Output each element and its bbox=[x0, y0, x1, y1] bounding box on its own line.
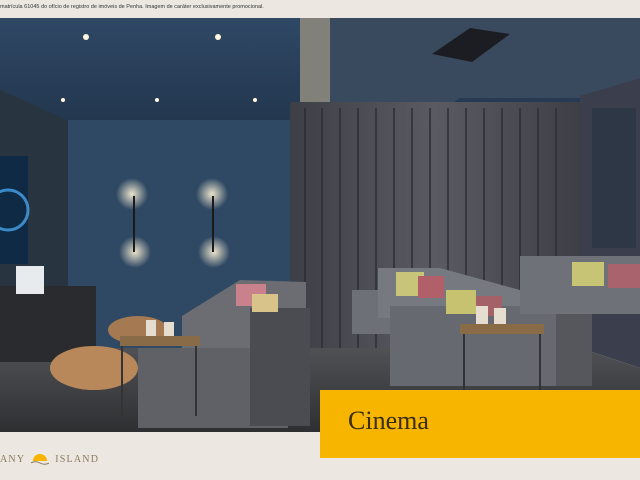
sun-wave-icon bbox=[31, 454, 50, 465]
brand-logo: ANY ISLAND bbox=[0, 448, 99, 470]
room-illustration bbox=[0, 18, 640, 432]
brand-left-part: ANY bbox=[0, 453, 26, 465]
caption-banner: Cinema bbox=[320, 390, 640, 458]
disclaimer-text: matrícula 61045 do ofício de registro de… bbox=[0, 4, 264, 10]
cinema-room-photo bbox=[0, 18, 640, 432]
caption-title: Cinema bbox=[348, 406, 429, 435]
brand-right-part: ISLAND bbox=[55, 453, 100, 465]
